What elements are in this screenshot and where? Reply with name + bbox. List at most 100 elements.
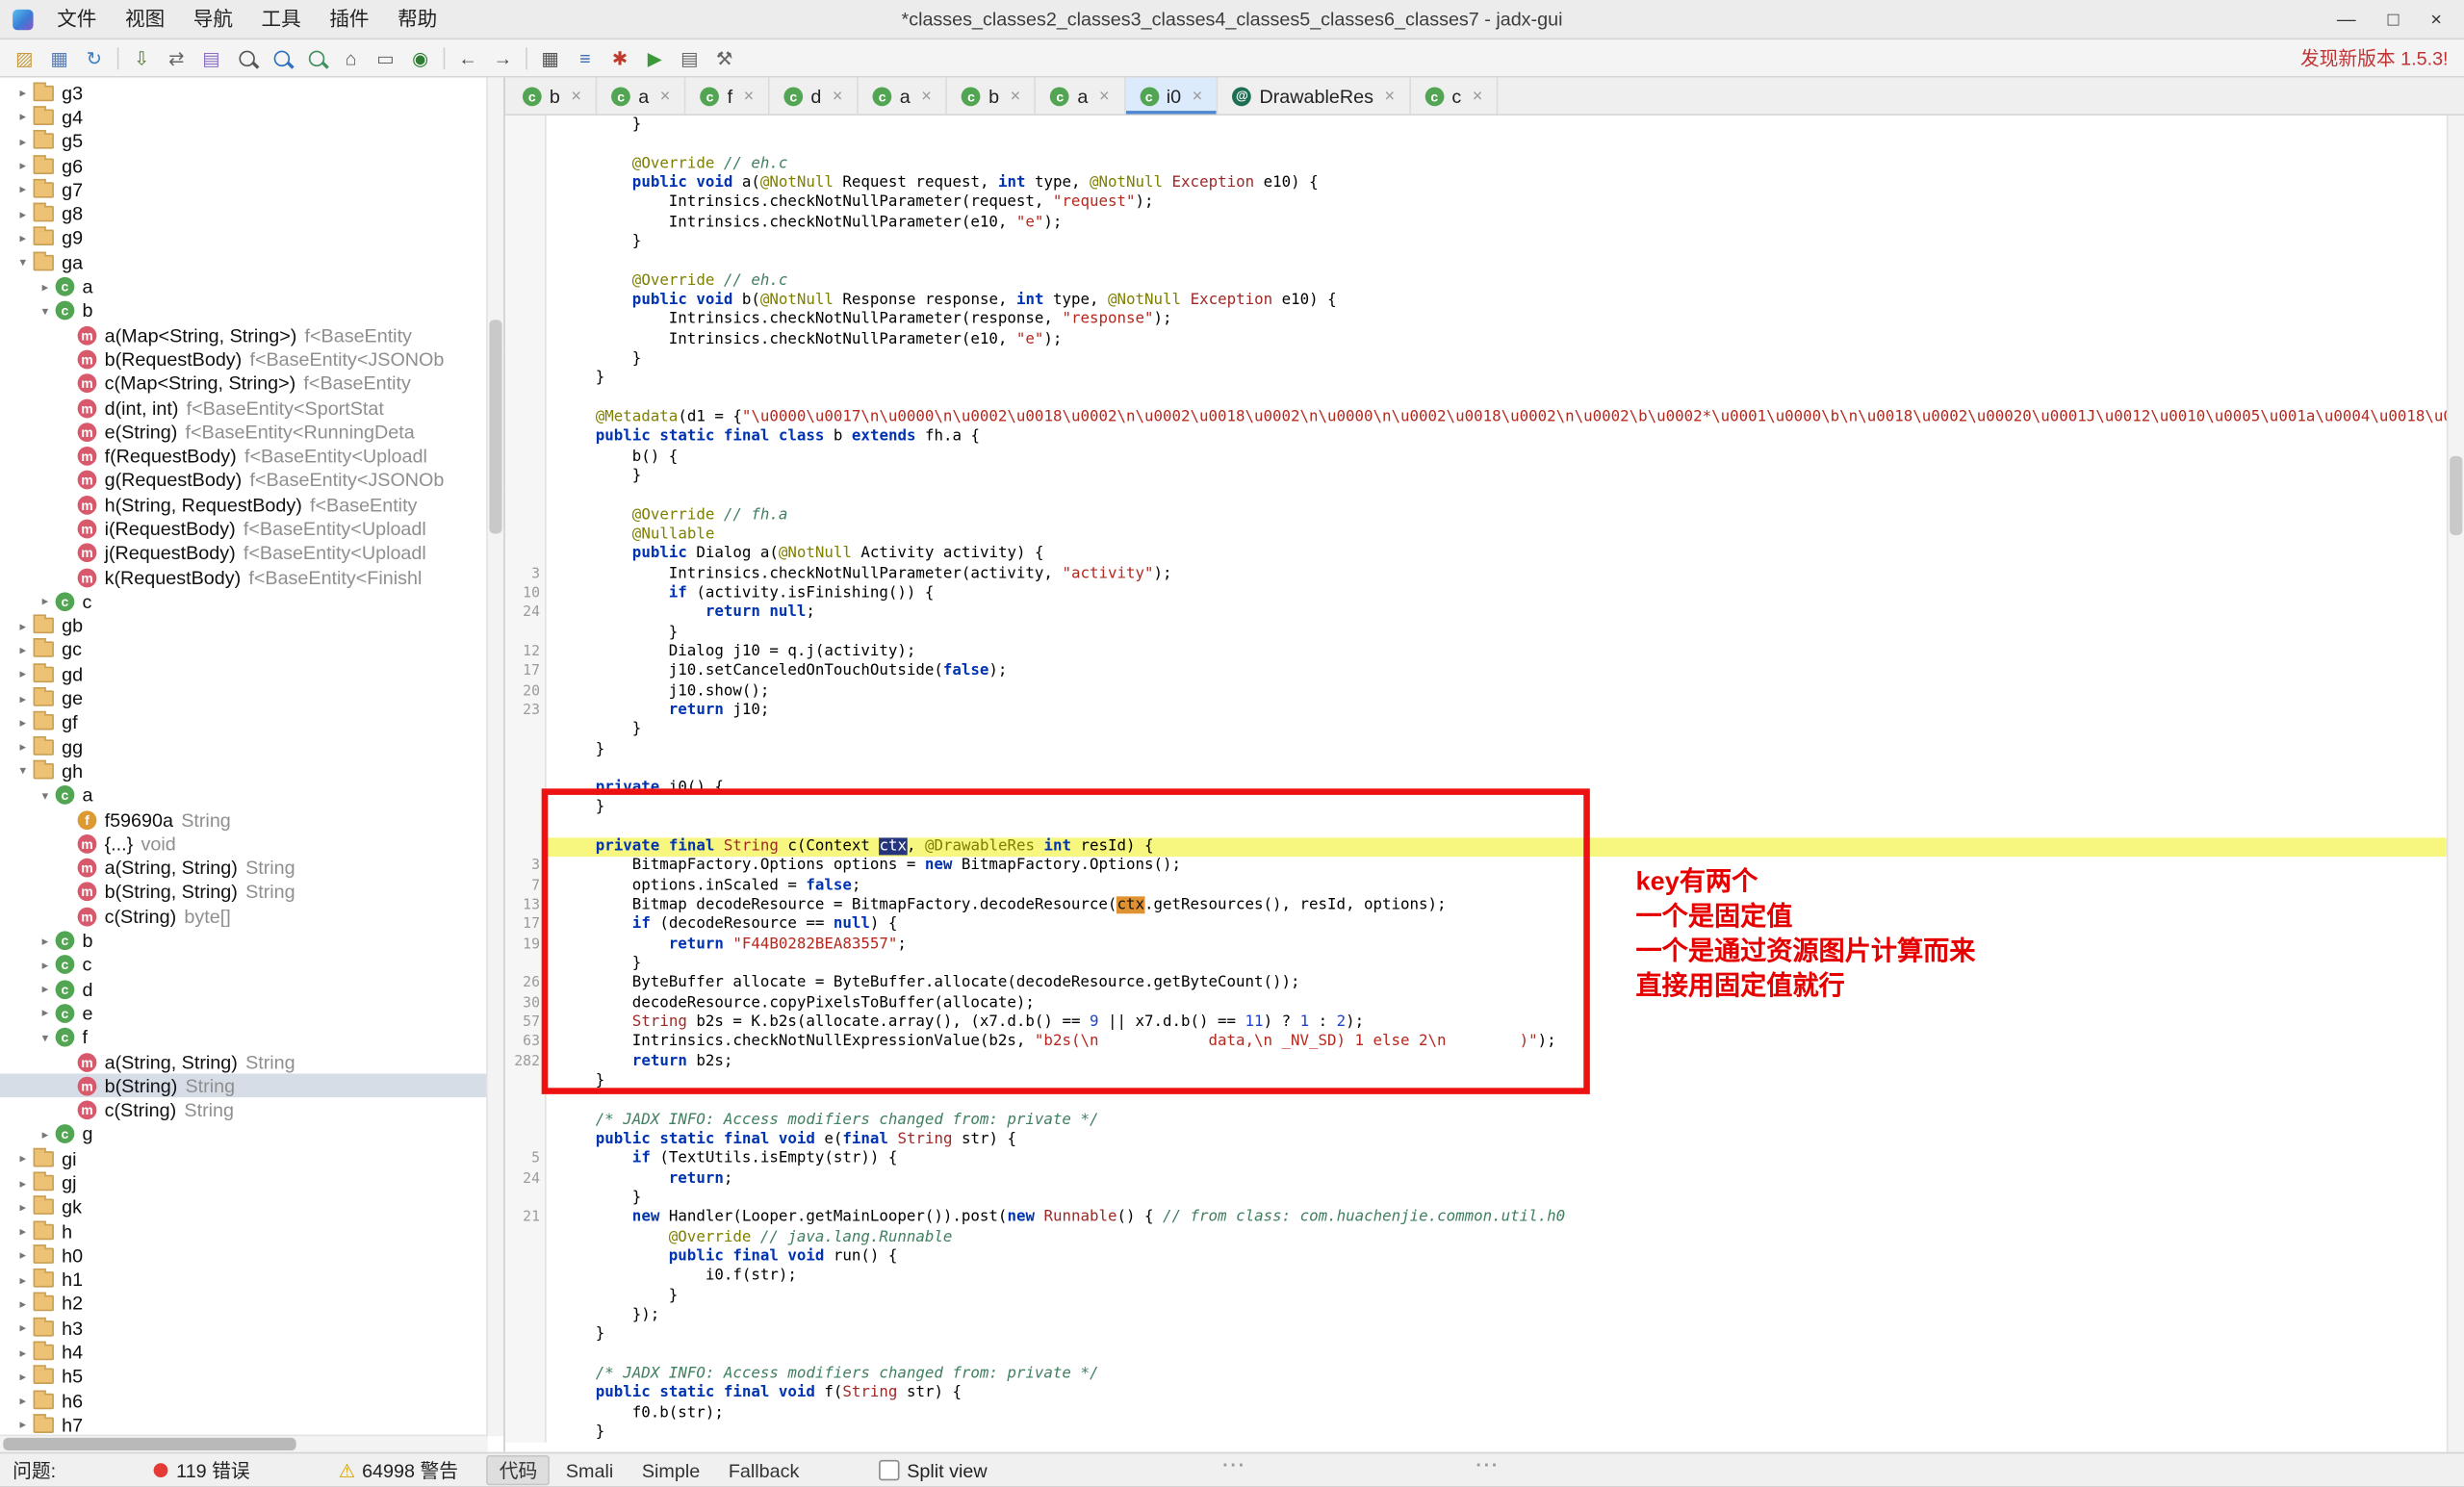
tree-node-astringstring[interactable]: ma(String, String)String bbox=[0, 856, 488, 880]
tree-node-h0[interactable]: ▸h0 bbox=[0, 1243, 488, 1268]
code-line[interactable]: 282 return b2s; bbox=[505, 1053, 2449, 1072]
tree-node-bstringstring[interactable]: mb(String, String)String bbox=[0, 880, 488, 904]
tree-node-h[interactable]: ▸h bbox=[0, 1219, 488, 1243]
main-activity-icon[interactable]: ⌂ bbox=[336, 42, 366, 72]
menu-item-5[interactable]: 帮助 bbox=[383, 0, 451, 38]
code-line[interactable]: 17 if (decodeResource == null) { bbox=[505, 916, 2449, 936]
tab-close-icon[interactable]: × bbox=[1011, 87, 1021, 106]
code-line[interactable]: } bbox=[505, 115, 2449, 135]
tab-i0-7[interactable]: ci0× bbox=[1125, 78, 1219, 115]
code-line[interactable]: } bbox=[505, 349, 2449, 369]
chevron-icon[interactable]: ▸ bbox=[13, 691, 33, 705]
sync-with-editor-icon[interactable]: ⇄ bbox=[162, 42, 192, 72]
tab-close-icon[interactable]: × bbox=[660, 87, 671, 106]
code-line[interactable]: 24 return; bbox=[505, 1169, 2449, 1189]
tab-close-icon[interactable]: × bbox=[1099, 87, 1110, 106]
code-line[interactable]: } bbox=[505, 1287, 2449, 1306]
tree-node-ga[interactable]: ▾ga bbox=[0, 250, 488, 274]
tab-a-1[interactable]: ca× bbox=[597, 78, 685, 115]
debug-icon[interactable]: ✱ bbox=[604, 42, 634, 72]
view-tab-1[interactable]: Smali bbox=[553, 1457, 627, 1482]
minimize-button[interactable]: — bbox=[2337, 8, 2356, 30]
code-editor[interactable]: } @Override // eh.c public void a(@NotNu… bbox=[505, 115, 2464, 1452]
code-line[interactable]: public static final class b extends fh.a… bbox=[505, 428, 2449, 448]
code-line[interactable]: public final void run() { bbox=[505, 1248, 2449, 1268]
code-line[interactable]: 13 Bitmap decodeResource = BitmapFactory… bbox=[505, 896, 2449, 915]
chevron-icon[interactable]: ▸ bbox=[13, 619, 33, 633]
code-line[interactable]: i0.f(str); bbox=[505, 1268, 2449, 1287]
tab-drawableres-8[interactable]: @DrawableRes× bbox=[1219, 78, 1411, 115]
chevron-icon[interactable]: ▾ bbox=[35, 1031, 55, 1045]
code-view-icon[interactable]: ≡ bbox=[570, 42, 600, 72]
menu-item-1[interactable]: 视图 bbox=[111, 0, 179, 38]
tree-node-h5[interactable]: ▸h5 bbox=[0, 1365, 488, 1389]
tree-node-gk[interactable]: ▸gk bbox=[0, 1195, 488, 1219]
warnings-counter[interactable]: ⚠ 64998 警告 bbox=[339, 1457, 458, 1484]
tree-node-bstring[interactable]: mb(String)String bbox=[0, 1074, 488, 1098]
chevron-icon[interactable]: ▸ bbox=[13, 1321, 33, 1336]
code-line[interactable]: 23 return j10; bbox=[505, 702, 2449, 721]
chevron-icon[interactable]: ▸ bbox=[13, 1151, 33, 1166]
code-line[interactable]: 30 decodeResource.copyPixelsToBuffer(all… bbox=[505, 994, 2449, 1013]
code-line[interactable]: public static final void e(final String … bbox=[505, 1131, 2449, 1150]
chevron-icon[interactable]: ▸ bbox=[13, 1296, 33, 1311]
chevron-icon[interactable]: ▸ bbox=[35, 279, 55, 294]
chevron-icon[interactable]: ▸ bbox=[13, 1394, 33, 1408]
code-line[interactable]: } bbox=[505, 467, 2449, 486]
tree-node-gj[interactable]: ▸gj bbox=[0, 1170, 488, 1194]
chevron-icon[interactable]: ▸ bbox=[13, 1346, 33, 1360]
code-line[interactable]: Intrinsics.checkNotNullParameter(e10, "e… bbox=[505, 214, 2449, 233]
code-line[interactable]: 3 Intrinsics.checkNotNullParameter(activ… bbox=[505, 565, 2449, 584]
tree-node-h2[interactable]: ▸h2 bbox=[0, 1292, 488, 1316]
chevron-icon[interactable]: ▸ bbox=[13, 86, 33, 100]
tree-node-h1[interactable]: ▸h1 bbox=[0, 1268, 488, 1292]
tree-node-c[interactable]: ▸cc bbox=[0, 953, 488, 977]
chevron-icon[interactable]: ▸ bbox=[35, 595, 55, 609]
code-line[interactable]: b() { bbox=[505, 448, 2449, 467]
tab-close-icon[interactable]: × bbox=[571, 87, 581, 106]
forward-icon[interactable]: → bbox=[488, 42, 518, 72]
chevron-icon[interactable]: ▸ bbox=[13, 1200, 33, 1215]
errors-counter[interactable]: 119 错误 bbox=[154, 1457, 249, 1484]
tree-node-gd[interactable]: ▸gd bbox=[0, 662, 488, 686]
tree-node-f[interactable]: ▾cf bbox=[0, 1025, 488, 1049]
chevron-icon[interactable]: ▾ bbox=[35, 788, 55, 803]
tab-c-9[interactable]: cc× bbox=[1411, 78, 1499, 115]
code-line[interactable]: 10 if (activity.isFinishing()) { bbox=[505, 584, 2449, 603]
code-line[interactable] bbox=[505, 252, 2449, 271]
code-line[interactable]: } bbox=[505, 799, 2449, 818]
class-search-icon[interactable] bbox=[266, 42, 295, 72]
tab-b-5[interactable]: cb× bbox=[947, 78, 1036, 115]
flat-packages-icon[interactable]: ▤ bbox=[196, 42, 226, 72]
tree-node-a[interactable]: ▾ca bbox=[0, 783, 488, 808]
tree-node-h6[interactable]: ▸h6 bbox=[0, 1389, 488, 1413]
tree-node-node[interactable]: m{...}void bbox=[0, 832, 488, 856]
tree-horizontal-scrollbar-thumb[interactable] bbox=[3, 1438, 295, 1450]
log-viewer-icon[interactable]: ▤ bbox=[675, 42, 705, 72]
tab-d-3[interactable]: cd× bbox=[770, 78, 859, 115]
code-line[interactable]: } bbox=[505, 721, 2449, 740]
tree-node-irequestbody[interactable]: mi(RequestBody)f<BaseEntity<Uploadl bbox=[0, 517, 488, 541]
tree-node-gf[interactable]: ▸gf bbox=[0, 710, 488, 734]
back-icon[interactable]: ← bbox=[453, 42, 483, 72]
chevron-icon[interactable]: ▸ bbox=[13, 134, 33, 148]
run-icon[interactable]: ▶ bbox=[640, 42, 670, 72]
tab-a-4[interactable]: ca× bbox=[859, 78, 947, 115]
chevron-icon[interactable]: ▸ bbox=[35, 982, 55, 996]
code-line[interactable]: 5 if (TextUtils.isEmpty(str)) { bbox=[505, 1150, 2449, 1169]
code-line[interactable]: private final String c(Context ctx, @Dra… bbox=[505, 838, 2449, 858]
tree-node-c[interactable]: ▸cc bbox=[0, 589, 488, 613]
tree-node-gh[interactable]: ▾gh bbox=[0, 759, 488, 783]
code-line[interactable]: } bbox=[505, 1190, 2449, 1209]
tab-close-icon[interactable]: × bbox=[921, 87, 932, 106]
chevron-icon[interactable]: ▸ bbox=[13, 159, 33, 173]
code-line[interactable]: 3 BitmapFactory.Options options = new Bi… bbox=[505, 858, 2449, 877]
chevron-icon[interactable]: ▸ bbox=[13, 183, 33, 197]
code-line[interactable] bbox=[505, 486, 2449, 505]
chevron-icon[interactable]: ▸ bbox=[13, 1370, 33, 1384]
code-line[interactable] bbox=[505, 135, 2449, 154]
tree-node-jrequestbody[interactable]: mj(RequestBody)f<BaseEntity<Uploadl bbox=[0, 541, 488, 565]
code-line[interactable] bbox=[505, 1091, 2449, 1111]
editor-vertical-scrollbar-thumb[interactable] bbox=[2450, 456, 2462, 535]
menu-item-4[interactable]: 插件 bbox=[316, 0, 384, 38]
